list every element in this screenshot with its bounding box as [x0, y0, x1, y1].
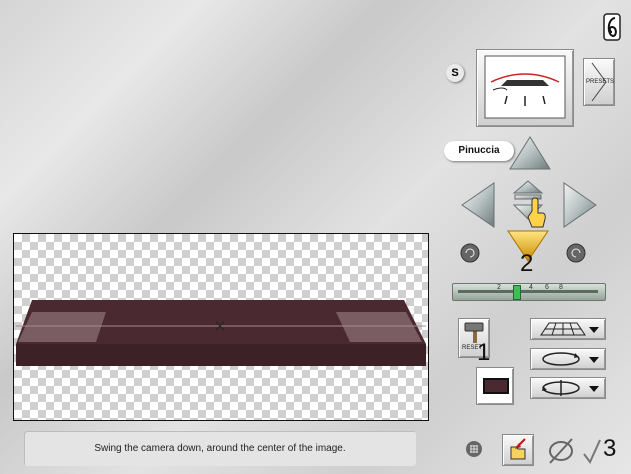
rotate-path-dropdown[interactable]: [530, 348, 606, 370]
slider-tick-label: 4: [529, 284, 533, 291]
preview-thumbnail[interactable]: [476, 49, 574, 127]
step-two-label: 2: [520, 250, 534, 277]
zoom-slider[interactable]: 2 4 6 8: [452, 283, 606, 301]
slider-tick-label: 2: [497, 284, 501, 291]
status-bar: Swing the camera down, around the center…: [24, 431, 416, 466]
s-icon: S: [451, 67, 459, 79]
chevron-down-icon: [589, 327, 599, 333]
chevron-down-icon: [589, 386, 599, 392]
chevron-down-icon: [589, 357, 599, 363]
ok-button[interactable]: [582, 438, 602, 466]
rotate-left-button[interactable]: [460, 243, 480, 263]
export-icon: [510, 438, 526, 460]
color-swatch: [483, 378, 509, 394]
slider-thumb[interactable]: [513, 285, 521, 300]
page-curl-icon[interactable]: [603, 13, 621, 41]
camera-up-arrow[interactable]: [509, 136, 551, 170]
rotate-right-button[interactable]: [566, 243, 586, 263]
image-canvas[interactable]: [13, 233, 429, 421]
presets-button[interactable]: PRESETS: [583, 58, 615, 106]
step-three-label: 3: [603, 435, 617, 462]
presets-label: PRESETS: [586, 79, 615, 85]
camera-controls: [460, 136, 597, 263]
camera-left-arrow[interactable]: [461, 182, 495, 228]
color-swatch-button[interactable]: [476, 367, 514, 405]
s-button[interactable]: S: [446, 64, 464, 82]
hand-cursor-icon: [527, 197, 546, 228]
slider-tick-label: 6: [545, 284, 549, 291]
export-button[interactable]: [502, 434, 534, 466]
slider-tick-label: 8: [559, 284, 563, 291]
plane-left-highlight: [18, 312, 106, 342]
no-icon: [549, 438, 573, 464]
camera-right-arrow[interactable]: [563, 182, 597, 228]
grid-icon[interactable]: [466, 441, 482, 457]
plane-edge: [16, 344, 426, 366]
zoom-in-arrow[interactable]: [512, 180, 544, 194]
cancel-button[interactable]: [546, 436, 576, 466]
step-one-label: 1: [477, 339, 491, 366]
orbit-dropdown[interactable]: [530, 377, 606, 399]
checkmark-icon: [583, 439, 601, 464]
floor-grid-dropdown[interactable]: [530, 318, 606, 340]
